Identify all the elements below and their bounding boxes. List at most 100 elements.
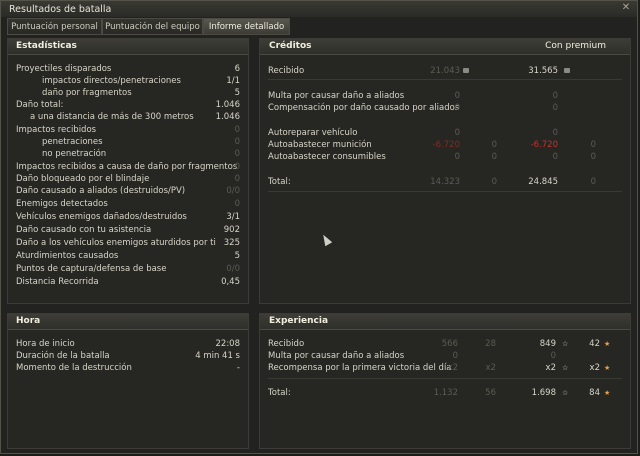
xp-base-free: 56 <box>485 388 496 398</box>
stat-label: Daño causado con tu asistencia <box>16 225 152 235</box>
xp-premium-free: 42 <box>589 339 600 349</box>
statistics-header: Estadísticas <box>8 39 248 55</box>
stat-row: Daño total: 1.046 <box>8 99 248 111</box>
xp-premium-free: 84 <box>589 388 600 398</box>
stat-row: impactos directos/penetraciones 1/1 <box>8 75 248 87</box>
stat-value: 0 <box>234 149 240 159</box>
experience-header: Experiencia <box>260 314 630 330</box>
credit-base: 14.323 <box>430 177 460 187</box>
title-bar[interactable]: Resultados de batalla ✕ <box>1 1 637 17</box>
stat-value: 0/0 <box>226 264 240 274</box>
stat-row: Daño bloqueado por el blindaje 0 <box>8 173 248 185</box>
stat-value: 0 <box>234 162 240 172</box>
credit-premium: 24.845 <box>528 177 558 187</box>
credit-total-row: Total: 14.323 0 24.845 0 <box>260 176 630 188</box>
stat-row: Impactos recibidos 0 <box>8 124 248 136</box>
credit-row: Recibido 21.043 31.565 <box>260 65 630 77</box>
credit-label: Total: <box>268 177 291 187</box>
credit-row: Autoabastecer munición -6.720 0 -6.720 0 <box>260 139 630 151</box>
credits-icon <box>564 68 570 73</box>
xp-premium-free: x2 <box>589 363 600 373</box>
stat-value: 0,45 <box>221 277 240 287</box>
stat-row: Proyectiles disparados 6 <box>8 63 248 75</box>
xp-premium: 0 <box>550 351 556 361</box>
window-title: Resultados de batalla <box>9 4 112 15</box>
free-xp-star-icon: ★ <box>604 364 611 372</box>
credit-base-gold: 0 <box>491 152 497 162</box>
stat-value: 0 <box>234 125 240 135</box>
stat-value: 0/0 <box>226 186 240 196</box>
credit-row: Autoreparar vehículo 0 0 <box>260 127 630 139</box>
stat-label: Impactos recibidos <box>16 125 97 135</box>
xp-label: Recompensa por la primera victoria del d… <box>268 363 452 373</box>
stat-row: Daño causado a aliados (destruidos/PV) 0/… <box>8 185 248 197</box>
battle-results-window: Resultados de batalla ✕ Puntuación perso… <box>0 0 638 454</box>
free-xp-star-icon: ★ <box>604 389 611 397</box>
time-value: 4 min 41 s <box>195 351 240 361</box>
time-value: 22:08 <box>215 339 241 349</box>
stat-row: daño por fragmentos 5 <box>8 87 248 99</box>
time-panel: Hora Hora de inicio 22:08 Duración de la … <box>7 313 249 449</box>
credit-base-gold: 0 <box>491 177 497 187</box>
experience-title: Experiencia <box>269 316 329 326</box>
credit-base: 0 <box>454 128 460 138</box>
xp-star-icon: ☆ <box>562 364 569 372</box>
credit-base-gold: 0 <box>491 140 497 150</box>
credit-base: -6.720 <box>432 140 460 150</box>
stat-label: no penetración <box>42 149 107 159</box>
stat-value: 0 <box>234 174 240 184</box>
stat-row: no penetración 0 <box>8 148 248 160</box>
time-row: Duración de la batalla 4 min 41 s <box>8 350 248 362</box>
stat-row: penetraciones 0 <box>8 136 248 148</box>
time-title: Hora <box>16 316 41 326</box>
stat-label: Vehículos enemigos dañados/destruidos <box>16 212 187 222</box>
tab-team-score[interactable]: Puntuación del equipo <box>102 18 203 35</box>
xp-base: 0 <box>452 351 458 361</box>
tab-personal-score[interactable]: Puntuación personal <box>7 18 102 35</box>
credit-premium: 31.565 <box>528 66 558 76</box>
xp-star-icon: ☆ <box>562 389 569 397</box>
credit-base: 0 <box>454 103 460 113</box>
stat-value: 902 <box>223 225 240 235</box>
stat-row: Vehículos enemigos dañados/destruidos 3/1 <box>8 211 248 223</box>
credit-row: Compensación por daño causado por aliado… <box>260 102 630 114</box>
stat-label: Proyectiles disparados <box>16 64 112 74</box>
stat-label: a una distancia de más de 300 metros <box>30 112 194 122</box>
stat-label: Daño bloqueado por el blindaje <box>16 174 150 184</box>
stat-row: Daño causado con tu asistencia 902 <box>8 224 248 236</box>
credit-base: 0 <box>454 152 460 162</box>
stat-label: penetraciones <box>42 137 103 147</box>
stat-value: 6 <box>234 64 240 74</box>
free-xp-star-icon: ★ <box>604 340 611 348</box>
divider <box>268 191 622 192</box>
credit-label: Autoreparar vehículo <box>268 128 358 138</box>
stat-value: 1.046 <box>215 112 240 122</box>
stat-row: Impactos recibidos a causa de daño por f… <box>8 161 248 173</box>
credit-premium-gold: 0 <box>590 152 596 162</box>
time-label: Duración de la batalla <box>16 351 110 361</box>
credits-header: Créditos Con premium <box>260 39 630 55</box>
stat-value: 0 <box>234 199 240 209</box>
xp-premium: 849 <box>539 339 556 349</box>
credit-base: 0 <box>454 91 460 101</box>
credit-premium-gold: 0 <box>590 177 596 187</box>
xp-base: x2 <box>447 363 458 373</box>
xp-row: Recibido 566 28 849 ☆ 42 ★ <box>260 338 630 350</box>
stat-label: impactos directos/penetraciones <box>42 76 181 86</box>
stat-value: 325 <box>223 238 240 248</box>
credit-premium-gold: 0 <box>590 140 596 150</box>
stat-value: 5 <box>234 88 240 98</box>
time-label: Hora de inicio <box>16 339 75 349</box>
xp-row: Multa por causar daño a aliados 0 0 <box>260 350 630 362</box>
credit-premium: 0 <box>552 103 558 113</box>
credit-label: Autoabastecer munición <box>268 140 372 150</box>
credits-icon <box>463 68 469 73</box>
close-icon[interactable]: ✕ <box>621 3 631 13</box>
stat-row: Daño a los vehículos enemigos aturdidos … <box>8 237 248 249</box>
experience-panel: Experiencia Recibido 566 28 849 ☆ 42 ★ M… <box>259 313 631 449</box>
stat-value: 0 <box>234 137 240 147</box>
xp-label: Multa por causar daño a aliados <box>268 351 405 361</box>
divider <box>268 378 622 379</box>
tab-detailed-report[interactable]: Informe detallado <box>203 18 290 35</box>
time-value: - <box>236 363 240 373</box>
